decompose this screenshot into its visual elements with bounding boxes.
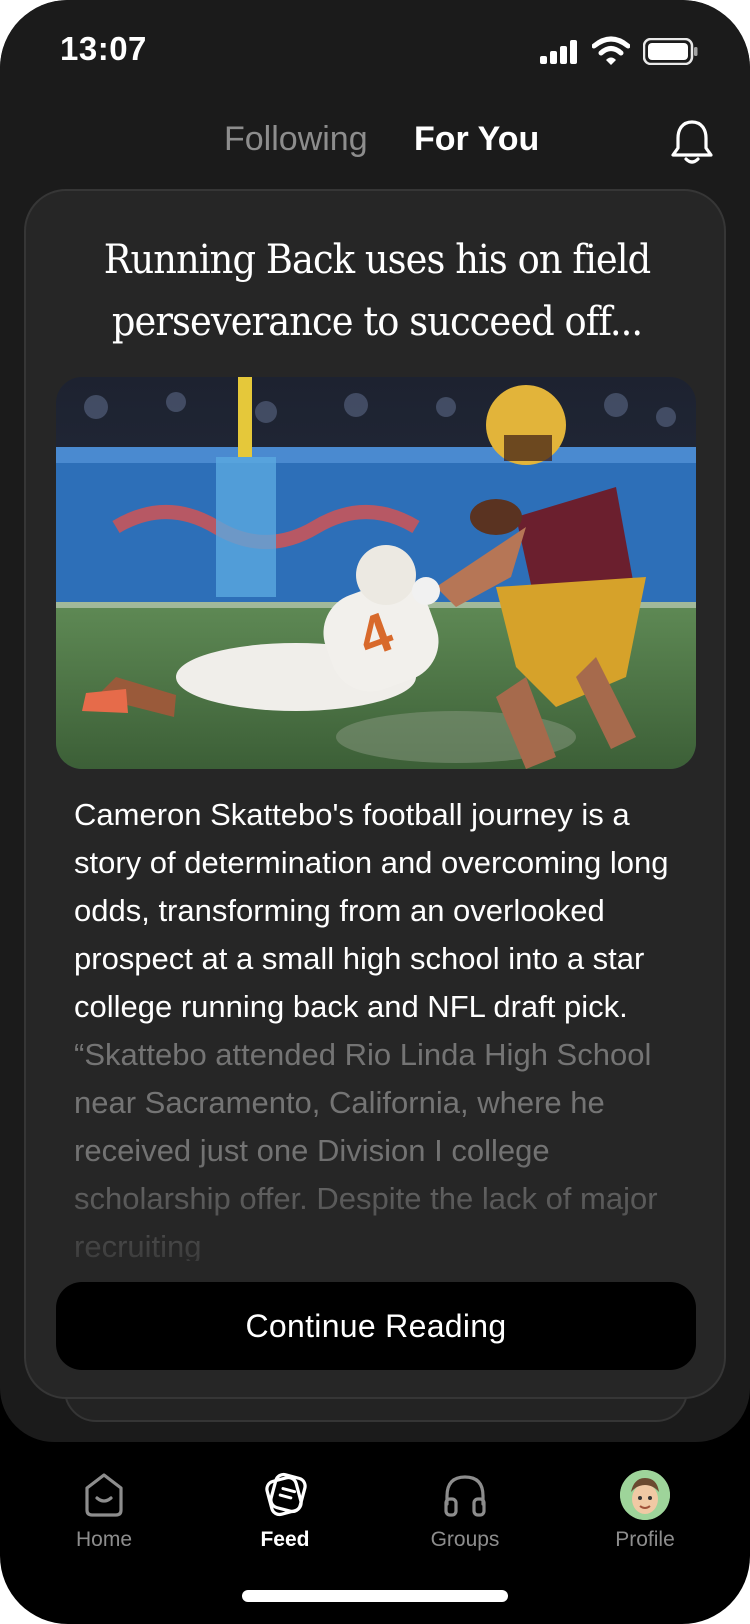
home-indicator[interactable] — [242, 1590, 508, 1602]
nav-item-home[interactable]: Home — [44, 1470, 164, 1552]
story-card[interactable]: Running Back uses his on field persevera… — [24, 189, 726, 1399]
story-summary: Cameron Skattebo's football journey is a… — [74, 797, 669, 1024]
nav-label-profile: Profile — [615, 1528, 675, 1551]
nav-label-feed: Feed — [260, 1528, 310, 1551]
status-time: 13:07 — [60, 30, 147, 67]
feed-screen: 13:07 Following For You Running Back use — [0, 0, 750, 1442]
cellular-signal-icon — [540, 40, 578, 64]
tab-following[interactable]: Following — [224, 120, 368, 159]
nav-label-home: Home — [75, 1528, 133, 1551]
home-icon — [85, 1473, 123, 1517]
avatar — [620, 1470, 670, 1520]
avatar-face-icon — [620, 1470, 670, 1520]
feed-icon — [265, 1472, 307, 1517]
story-title: Running Back uses his on field persevera… — [103, 237, 652, 345]
wifi-icon — [592, 36, 630, 65]
bell-icon[interactable] — [670, 118, 714, 166]
battery-icon — [643, 38, 698, 65]
text-fade-overlay — [26, 1151, 724, 1281]
phone-frame: 13:07 Following For You Running Back use — [0, 0, 750, 1624]
nav-item-feed[interactable]: Feed — [225, 1470, 345, 1552]
nav-item-groups[interactable]: Groups — [405, 1470, 525, 1552]
continue-reading-button[interactable]: Continue Reading — [56, 1282, 696, 1370]
tab-for-you[interactable]: For You — [414, 120, 539, 159]
headphones-icon — [444, 1475, 486, 1517]
story-image[interactable]: 4 — [56, 377, 696, 769]
football-photo-icon: 4 — [56, 377, 696, 769]
nav-label-groups: Groups — [430, 1528, 500, 1551]
nav-item-profile[interactable]: Profile — [585, 1470, 705, 1552]
